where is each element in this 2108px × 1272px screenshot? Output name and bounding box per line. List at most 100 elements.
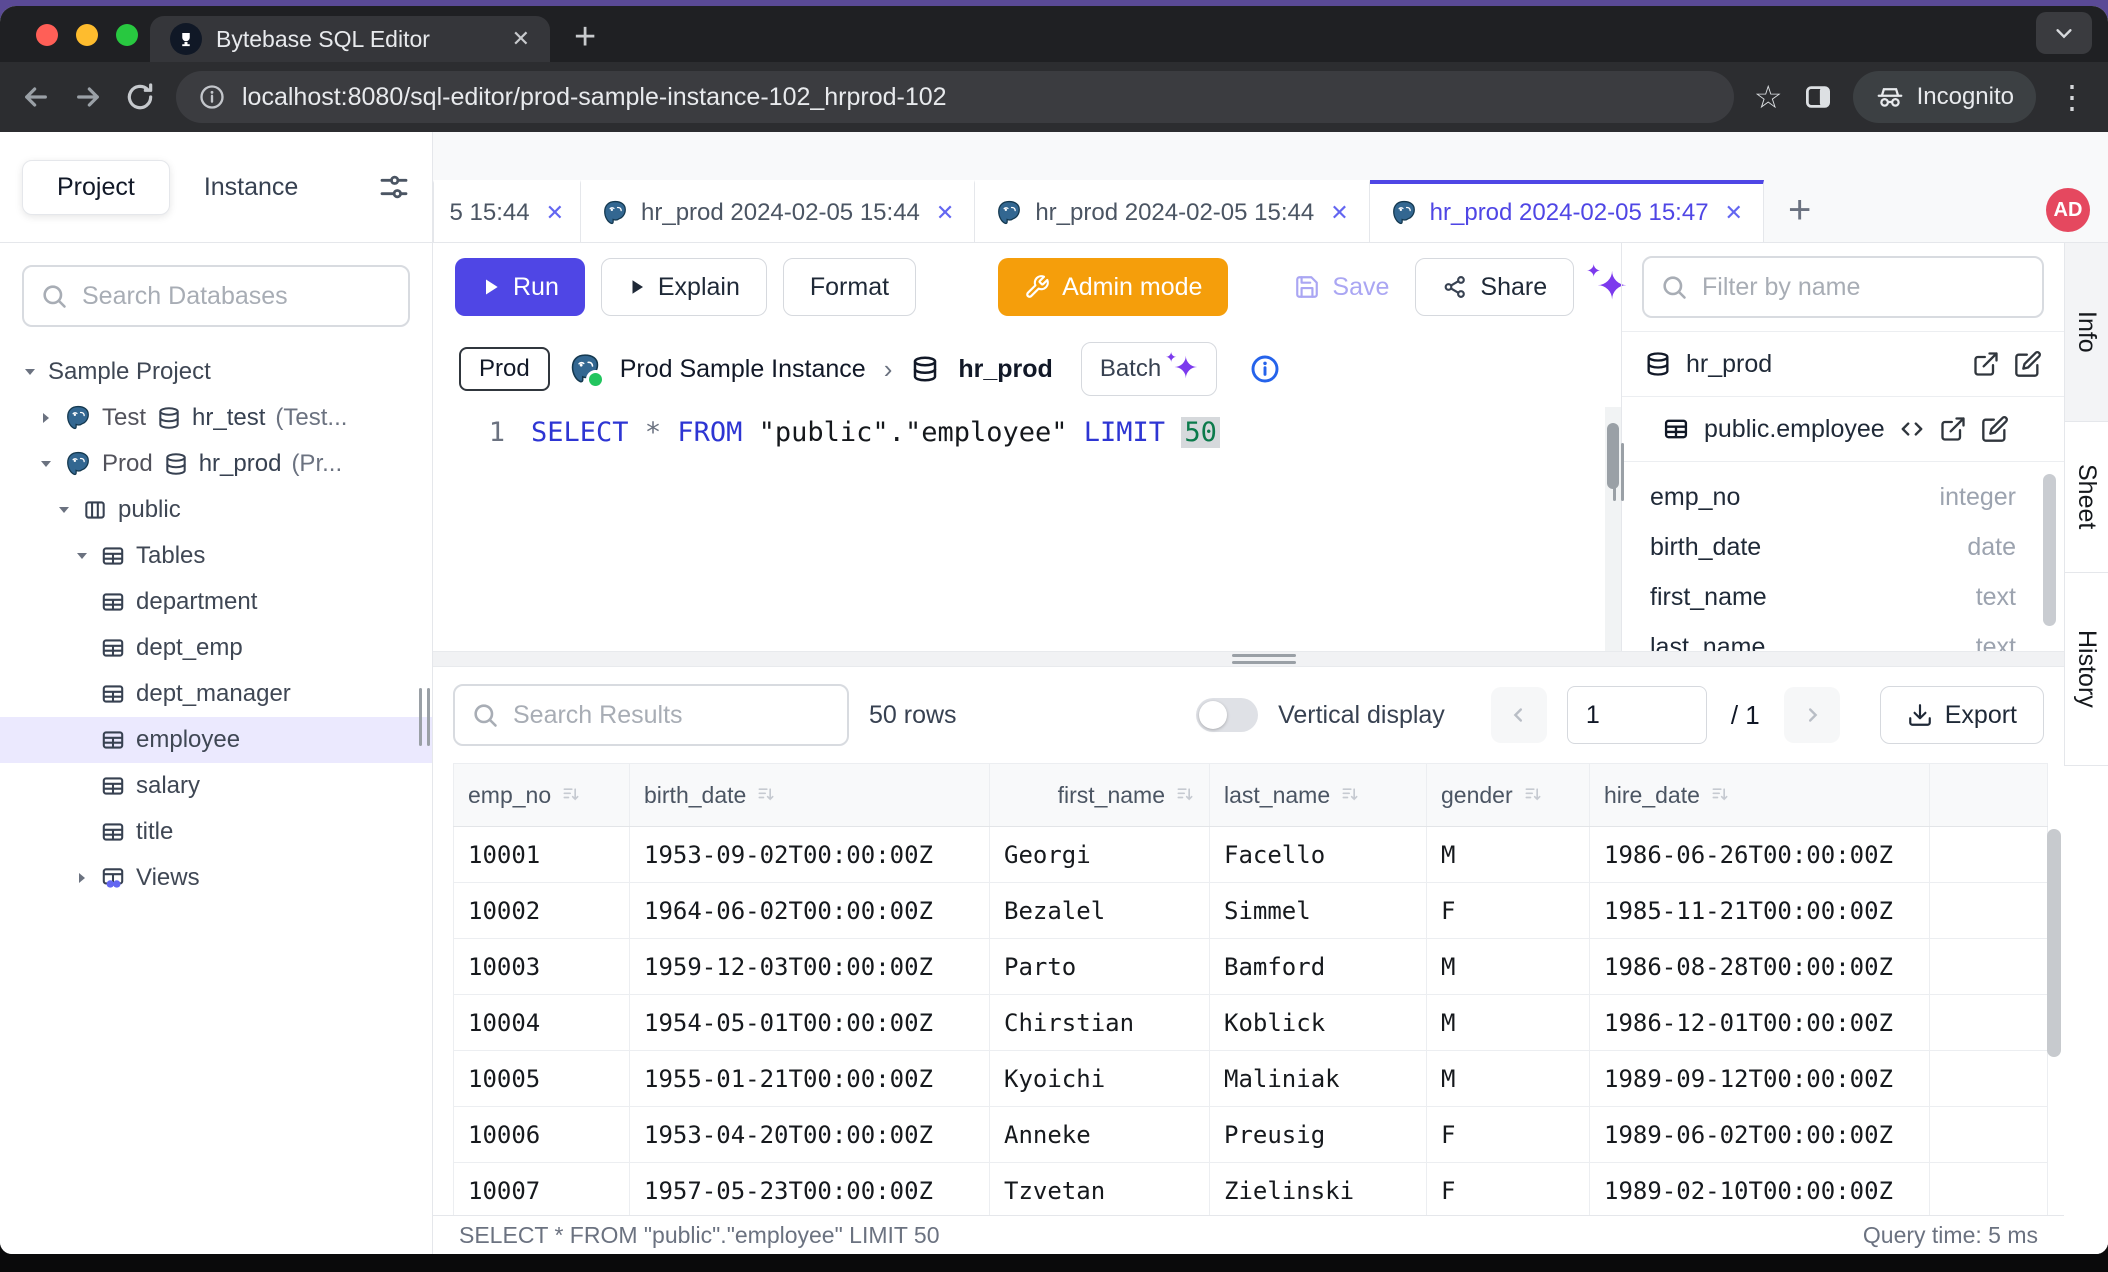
run-button[interactable]: Run <box>455 258 585 316</box>
tree-item-table-department[interactable]: department <box>0 579 432 625</box>
column-item[interactable]: birth_date date <box>1622 522 2064 572</box>
tree-item-tables-group[interactable]: Tables <box>0 533 432 579</box>
user-avatar[interactable]: AD <box>2046 188 2090 232</box>
results-scrollbar-thumb[interactable] <box>2047 829 2061 1057</box>
schema-scrollbar-thumb[interactable] <box>2043 474 2056 626</box>
tab-search-chevron-button[interactable] <box>2036 12 2092 54</box>
tree-item-table-dept-manager[interactable]: dept_manager <box>0 671 432 717</box>
tree-item-table-employee[interactable]: employee <box>0 717 432 763</box>
column-header-birth-date[interactable]: birth_date <box>630 764 990 827</box>
filter-settings-icon[interactable] <box>378 171 410 203</box>
table-row[interactable]: 100011953-09-02T00:00:00ZGeorgiFacelloM1… <box>454 827 2048 883</box>
horizontal-splitter[interactable] <box>433 651 2064 667</box>
info-circle-icon[interactable] <box>1249 353 1281 385</box>
tree-item-table-title[interactable]: title <box>0 809 432 855</box>
share-button[interactable]: Share <box>1415 258 1574 316</box>
database-name[interactable]: hr_prod <box>958 355 1052 384</box>
tree-item-views-group[interactable]: Views <box>0 855 432 901</box>
table-row[interactable]: 100031959-12-03T00:00:00ZPartoBamfordM19… <box>454 939 2048 995</box>
external-link-icon[interactable] <box>1939 415 1967 443</box>
tab-history[interactable]: History <box>2064 573 2108 766</box>
admin-mode-button[interactable]: Admin mode <box>998 258 1228 316</box>
sort-icon[interactable] <box>1175 785 1195 805</box>
worksheet-tab-2[interactable]: hr_prod 2024-02-05 15:44 ✕ <box>581 180 975 242</box>
prev-page-button[interactable] <box>1491 687 1547 743</box>
edit-icon[interactable] <box>2014 350 2042 378</box>
external-link-icon[interactable] <box>1972 350 2000 378</box>
minimize-window-button[interactable] <box>76 24 98 46</box>
column-item[interactable]: last_name text <box>1622 622 2064 651</box>
code-icon[interactable] <box>1899 416 1925 442</box>
new-browser-tab-button[interactable]: + <box>574 18 596 56</box>
sort-icon[interactable] <box>561 785 581 805</box>
schema-database-row[interactable]: hr_prod <box>1622 331 2064 396</box>
close-tab-icon[interactable]: ✕ <box>1725 200 1743 226</box>
close-tab-icon[interactable]: ✕ <box>936 200 954 226</box>
address-bar[interactable]: localhost:8080/sql-editor/prod-sample-in… <box>176 71 1734 123</box>
column-header-hire-date[interactable]: hire_date <box>1590 764 1930 827</box>
schema-table-row[interactable]: public.employee <box>1622 396 2064 462</box>
window-controls[interactable] <box>36 24 138 46</box>
format-button[interactable]: Format <box>783 258 916 316</box>
close-tab-icon[interactable]: ✕ <box>1330 200 1348 226</box>
column-item[interactable]: first_name text <box>1622 572 2064 622</box>
column-header-first-name[interactable]: first_name <box>990 764 1210 827</box>
browser-tab-close-icon[interactable]: ✕ <box>512 26 530 52</box>
sort-icon[interactable] <box>1710 785 1730 805</box>
tree-item-table-salary[interactable]: salary <box>0 763 432 809</box>
side-panel-icon[interactable] <box>1803 82 1833 112</box>
batch-button[interactable]: Batch ✦✦ <box>1081 342 1218 396</box>
filter-box[interactable] <box>1642 256 2044 318</box>
browser-menu-icon[interactable]: ⋮ <box>2056 78 2088 116</box>
close-window-button[interactable] <box>36 24 58 46</box>
tab-instance[interactable]: Instance <box>204 173 299 202</box>
forward-icon[interactable] <box>72 81 104 113</box>
sort-icon[interactable] <box>1523 785 1543 805</box>
table-row[interactable]: 100071957-05-23T00:00:00ZTzvetanZielinsk… <box>454 1163 2048 1216</box>
close-tab-icon[interactable]: ✕ <box>546 200 564 226</box>
worksheet-tab-4-active[interactable]: hr_prod 2024-02-05 15:47 ✕ <box>1370 180 1764 242</box>
worksheet-tab-3[interactable]: hr_prod 2024-02-05 15:44 ✕ <box>975 180 1369 242</box>
splitter-handle[interactable] <box>1232 654 1296 668</box>
browser-tab[interactable]: Bytebase SQL Editor ✕ <box>150 16 550 62</box>
new-worksheet-button[interactable]: + <box>1788 190 1811 230</box>
tree-item-db-hr-test[interactable]: Test hr_test (Test... <box>0 395 432 441</box>
results-search-box[interactable] <box>453 684 849 746</box>
worksheet-tab-1[interactable]: 5 15:44 ✕ <box>433 180 581 242</box>
search-results-input[interactable] <box>511 700 831 731</box>
tab-sheet[interactable]: Sheet <box>2064 422 2108 573</box>
column-item[interactable]: emp_no integer <box>1622 472 2064 522</box>
sidebar-resize-handle[interactable] <box>419 688 430 746</box>
edit-icon[interactable] <box>1981 415 2009 443</box>
column-header-gender[interactable]: gender <box>1427 764 1590 827</box>
table-row[interactable]: 100061953-04-20T00:00:00ZAnnekePreusigF1… <box>454 1107 2048 1163</box>
table-row[interactable]: 100051955-01-21T00:00:00ZKyoichiMaliniak… <box>454 1051 2048 1107</box>
sql-editor[interactable]: 1 SELECT * FROM "public"."employee" LIMI… <box>433 407 1621 651</box>
instance-name[interactable]: Prod Sample Instance <box>620 355 866 384</box>
tab-info[interactable]: Info <box>2064 243 2108 422</box>
back-icon[interactable] <box>20 81 52 113</box>
save-button[interactable]: Save <box>1284 258 1399 316</box>
explain-button[interactable]: Explain <box>601 258 767 316</box>
site-info-icon[interactable] <box>198 83 226 111</box>
page-number-input[interactable] <box>1567 686 1707 744</box>
column-header-emp-no[interactable]: emp_no <box>454 764 630 827</box>
tab-project[interactable]: Project <box>22 160 170 215</box>
tree-item-table-dept-emp[interactable]: dept_emp <box>0 625 432 671</box>
table-row[interactable]: 100021964-06-02T00:00:00ZBezalelSimmelF1… <box>454 883 2048 939</box>
column-header-last-name[interactable]: last_name <box>1210 764 1427 827</box>
filter-by-name-input[interactable] <box>1700 272 2026 303</box>
zoom-window-button[interactable] <box>116 24 138 46</box>
export-button[interactable]: Export <box>1880 686 2044 744</box>
tree-item-project[interactable]: Sample Project <box>0 349 432 395</box>
sort-icon[interactable] <box>1340 785 1360 805</box>
bookmark-star-icon[interactable]: ☆ <box>1754 78 1783 116</box>
tree-item-db-hr-prod[interactable]: Prod hr_prod (Pr... <box>0 441 432 487</box>
database-search-box[interactable] <box>22 265 410 327</box>
tree-item-schema-public[interactable]: public <box>0 487 432 533</box>
table-row[interactable]: 100041954-05-01T00:00:00ZChirstianKoblic… <box>454 995 2048 1051</box>
vertical-display-toggle[interactable] <box>1196 698 1258 732</box>
next-page-button[interactable] <box>1784 687 1840 743</box>
reload-icon[interactable] <box>124 81 156 113</box>
search-databases-input[interactable] <box>80 281 392 312</box>
